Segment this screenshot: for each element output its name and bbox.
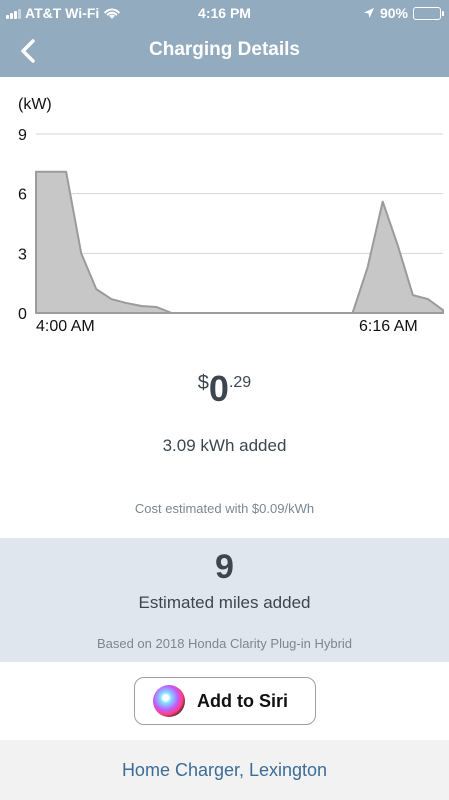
energy-added: 3.09 kWh added	[162, 436, 287, 455]
status-bar: AT&T Wi-Fi 4:16 PM 90%	[0, 0, 449, 26]
chart-area	[35, 170, 444, 314]
page-title: Charging Details	[149, 39, 300, 60]
siri-icon	[153, 685, 185, 717]
add-to-siri-label: Add to Siri	[197, 690, 288, 711]
miles-label: Estimated miles added	[138, 593, 311, 612]
x-label-start: 4:00 AM	[36, 318, 95, 335]
cost-display: $0.29	[0, 368, 449, 410]
cost-currency: $	[197, 372, 209, 394]
footer: Home Charger, Lexington	[0, 740, 449, 800]
add-to-siri-button[interactable]: Add to Siri	[134, 677, 316, 725]
power-area-series	[35, 170, 444, 314]
battery-icon	[413, 6, 444, 20]
y-tick-label: 6	[18, 187, 27, 204]
header-bar: AT&T Wi-Fi 4:16 PM 90% Charging Details	[0, 0, 449, 77]
chart-unit-label: (kW)	[18, 96, 52, 113]
cost-cents: .29	[228, 374, 252, 391]
location-arrow-icon	[363, 8, 374, 18]
power-chart: (kW) 9 6 3 0 4:00 AM 6:16 AM	[0, 77, 449, 347]
chart-y-ticks: 9 6 3 0	[18, 127, 27, 323]
miles-value: 9	[215, 548, 234, 586]
status-right: 90%	[363, 5, 444, 21]
y-tick-label: 9	[18, 127, 27, 144]
vehicle-note: Based on 2018 Honda Clarity Plug-in Hybr…	[96, 636, 353, 651]
cost-note: Cost estimated with $0.09/kWh	[134, 501, 315, 516]
battery-percent: 90%	[379, 5, 408, 21]
power-chart-svg: (kW) 9 6 3 0 4:00 AM 6:16 AM	[18, 96, 444, 335]
charger-location-link[interactable]: Home Charger, Lexington	[0, 760, 449, 781]
cost-whole: 0	[208, 368, 229, 409]
x-label-end: 6:16 AM	[359, 318, 418, 335]
y-tick-label: 0	[18, 306, 27, 323]
y-tick-label: 3	[18, 246, 27, 263]
nav-bar: Charging Details	[0, 26, 449, 77]
miles-panel: 9 Estimated miles added Based on 2018 Ho…	[0, 538, 449, 662]
